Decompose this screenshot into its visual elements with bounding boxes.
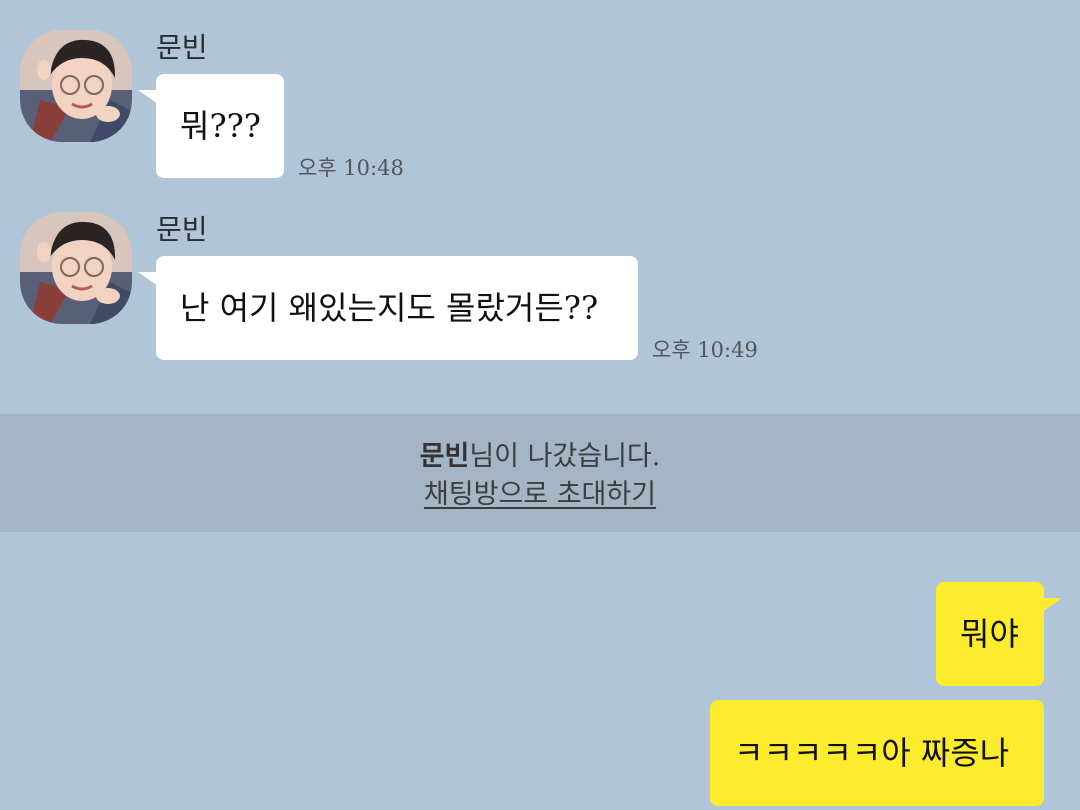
exit-notice: 문빈님이 나갔습니다. — [0, 440, 1080, 474]
exit-notice-suffix: 님이 나갔습니다. — [469, 441, 661, 472]
message-text: 뭐??? — [180, 107, 261, 145]
my-message-bubble[interactable]: ㅋㅋㅋㅋㅋ아 짜증나 — [710, 700, 1044, 806]
exited-user-name: 문빈 — [419, 441, 470, 472]
invite-to-chat-link[interactable]: 채팅방으로 초대하기 — [424, 479, 656, 510]
sender-name: 문빈 — [156, 213, 208, 246]
message-time: 오후 10:49 — [652, 338, 758, 362]
avatar-photo-icon — [20, 212, 132, 324]
sender-name: 문빈 — [156, 31, 208, 64]
sender-avatar[interactable] — [20, 212, 132, 324]
message-text: ㅋㅋㅋㅋㅋ아 짜증나 — [734, 734, 1010, 772]
sender-avatar[interactable] — [20, 30, 132, 142]
invite-row: 채팅방으로 초대하기 — [0, 478, 1080, 512]
my-message-bubble[interactable]: 뭐야 — [936, 582, 1062, 686]
avatar-photo-icon — [20, 30, 132, 142]
chat-room: 문빈 뭐??? 오후 10:48 문빈 난 여기 왜있는지도 몰랐거든?? 오후… — [0, 0, 1080, 810]
message-time: 오후 10:48 — [298, 156, 404, 180]
message-bubble[interactable]: 난 여기 왜있는지도 몰랐거든?? — [138, 256, 638, 360]
message-text: 난 여기 왜있는지도 몰랐거든?? — [180, 289, 599, 327]
message-text: 뭐야 — [960, 615, 1019, 653]
system-notice: 문빈님이 나갔습니다. 채팅방으로 초대하기 — [0, 414, 1080, 532]
message-bubble[interactable]: 뭐??? — [138, 74, 284, 178]
